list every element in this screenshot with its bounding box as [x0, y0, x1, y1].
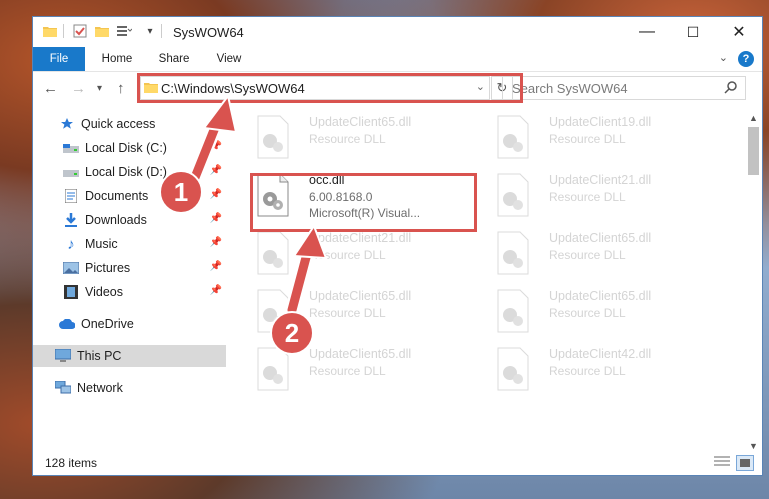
sidebar-item-label: Videos [85, 285, 123, 299]
file-type: Resource DLL [549, 364, 626, 378]
window-title: SysWOW64 [173, 25, 244, 40]
sidebar-item-videos[interactable]: Videos 📌 [33, 281, 226, 303]
sidebar-item-music[interactable]: ♪ Music 📌 [33, 233, 226, 255]
sidebar-item-label: Local Disk (C:) [85, 141, 167, 155]
properties-icon[interactable] [71, 22, 89, 40]
folder-icon[interactable] [41, 22, 59, 40]
search-input[interactable]: Search SysWOW64 [512, 81, 628, 96]
list-item[interactable]: UpdateClient65.dll Resource DLL [255, 113, 475, 165]
scroll-thumb[interactable] [748, 127, 759, 175]
download-icon [63, 212, 79, 228]
file-type: Resource DLL [549, 132, 626, 146]
file-name: UpdateClient65.dll [309, 347, 412, 361]
drive-icon [63, 140, 79, 156]
sidebar-item-label: Quick access [81, 117, 156, 131]
chevron-down-icon[interactable]: ▾ [141, 22, 159, 40]
list-item[interactable]: UpdateClient65.dll Resource DLL [495, 287, 715, 339]
list-item[interactable]: UpdateClient21.dll Resource DLL [495, 171, 715, 223]
close-button[interactable]: ✕ [716, 17, 762, 47]
sidebar-item-downloads[interactable]: Downloads 📌 [33, 209, 226, 231]
help-icon[interactable]: ? [738, 51, 754, 67]
dll-file-icon [497, 115, 529, 159]
recent-locations-icon[interactable]: ▾ [97, 83, 102, 94]
network-icon [55, 380, 71, 396]
minimize-button[interactable]: — [624, 17, 670, 47]
dll-file-icon [497, 289, 529, 333]
sidebar-item-label: Local Disk (D:) [85, 165, 167, 179]
pin-icon[interactable]: 📌 [210, 261, 222, 272]
pin-icon[interactable]: 📌 [210, 285, 222, 296]
list-item[interactable]: UpdateClient42.dll Resource DLL [495, 345, 715, 397]
item-count: 128 items [45, 456, 98, 470]
sidebar-item-label: Documents [85, 189, 149, 203]
title-bar: ▾ SysWOW64 — ☐ ✕ [33, 17, 762, 47]
details-view-icon[interactable] [714, 455, 730, 469]
vertical-scrollbar[interactable]: ▲ ▼ [745, 113, 762, 451]
file-type: Resource DLL [549, 248, 626, 262]
list-item[interactable]: UpdateClient19.dll Resource DLL [495, 113, 715, 165]
scroll-up-icon[interactable]: ▲ [749, 113, 758, 123]
file-type: Resource DLL [549, 190, 626, 204]
expand-ribbon-icon[interactable]: ⌄ [719, 51, 728, 64]
ribbon-tabs: File Home Share View ⌄ ? [33, 47, 762, 72]
status-bar: 128 items [33, 449, 762, 476]
pin-icon[interactable]: 📌 [210, 213, 222, 224]
file-explorer-window: ▾ SysWOW64 — ☐ ✕ File Home Share View ⌄ … [32, 16, 763, 476]
sidebar-item-pictures[interactable]: Pictures 📌 [33, 257, 226, 279]
documents-icon [63, 188, 79, 204]
new-folder-icon[interactable] [93, 22, 111, 40]
sidebar-item-label: Network [77, 381, 123, 395]
sidebar-item-label: Downloads [85, 213, 147, 227]
separator [161, 24, 162, 38]
computer-icon [55, 348, 71, 364]
file-type: Resource DLL [549, 306, 626, 320]
pictures-icon [63, 260, 79, 276]
file-name: UpdateClient65.dll [549, 231, 652, 245]
cloud-icon [59, 316, 75, 332]
back-arrow-icon[interactable]: ← [43, 80, 58, 97]
dll-file-icon [497, 173, 529, 217]
file-type: Resource DLL [309, 132, 386, 146]
large-icons-view-icon[interactable] [736, 455, 754, 471]
file-name: UpdateClient42.dll [549, 347, 652, 361]
file-name: UpdateClient21.dll [549, 173, 652, 187]
file-name: UpdateClient19.dll [549, 115, 652, 129]
customize-toolbar-icon[interactable] [115, 22, 133, 40]
sidebar-item-onedrive[interactable]: OneDrive [33, 313, 226, 335]
file-name: UpdateClient65.dll [309, 115, 412, 129]
search-icon [724, 80, 738, 97]
sidebar-item-label: This PC [77, 349, 122, 363]
dll-file-icon [497, 231, 529, 275]
file-type: Resource DLL [309, 364, 386, 378]
tab-file[interactable]: File [33, 47, 85, 71]
sidebar-item-label: Pictures [85, 261, 131, 275]
videos-icon [63, 284, 79, 300]
sidebar-item-label: OneDrive [81, 317, 134, 331]
tab-share[interactable]: Share [149, 47, 199, 71]
search-box[interactable]: Search SysWOW64 [502, 76, 746, 100]
up-arrow-icon[interactable]: ↑ [117, 80, 125, 97]
sidebar-item-label: Music [85, 237, 118, 251]
maximize-button[interactable]: ☐ [670, 17, 716, 47]
annotation-arrow-2 [285, 223, 328, 317]
dll-file-icon [257, 115, 289, 159]
list-item[interactable]: UpdateClient65.dll Resource DLL [495, 229, 715, 281]
music-icon: ♪ [67, 235, 75, 253]
sidebar-item-this-pc[interactable]: This PC [33, 345, 226, 367]
drive-icon [63, 164, 79, 180]
forward-arrow-icon[interactable]: → [71, 80, 86, 97]
tab-view[interactable]: View [207, 47, 251, 71]
star-icon [59, 116, 75, 132]
step-1-badge: 1 [159, 170, 203, 214]
dll-file-icon [497, 347, 529, 391]
pin-icon[interactable]: 📌 [210, 237, 222, 248]
separator [63, 24, 64, 38]
file-name: UpdateClient65.dll [549, 289, 652, 303]
tab-home[interactable]: Home [93, 47, 141, 71]
step-2-badge: 2 [270, 311, 314, 355]
sidebar-item-network[interactable]: Network [33, 377, 226, 399]
